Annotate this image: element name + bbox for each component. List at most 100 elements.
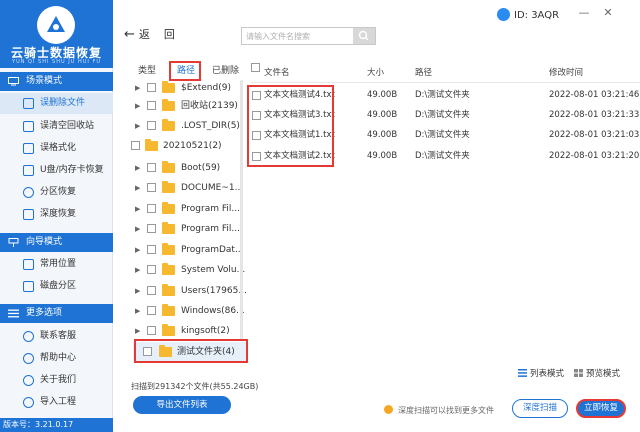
col-path[interactable]: 路径 [415,63,432,83]
tree-row[interactable]: ▶ DOCUME~1... [133,178,246,198]
grid-icon [574,369,583,377]
checkbox[interactable] [147,101,156,110]
tree-row[interactable]: ▶ kingsoft(2) [133,321,246,341]
back-button[interactable]: ← 返回 [124,26,175,42]
expand-icon[interactable]: ▶ [135,240,140,260]
back-label-2: 回 [163,28,175,41]
tree-row[interactable]: ▶ Users(17965... [133,281,247,301]
tree-row[interactable]: ▶ Program Fil... [133,199,246,219]
close-button[interactable]: ✕ [601,6,615,20]
tree-row[interactable]: 20210521(2) [131,136,246,156]
app-logo: 云骑士数据恢复 YUN QI SHI SHU JU HUI FU [0,0,113,68]
sidebar-item-contact-service[interactable]: 联系客服 [0,326,113,347]
checkbox[interactable] [147,204,156,213]
col-mtime[interactable]: 修改时间 [549,63,583,83]
tree-row[interactable]: ▶ Windows(86... [133,301,246,321]
sidebar-item-label: 分区恢复 [40,187,77,197]
deep-scan-button[interactable]: 深度扫描 [512,399,568,418]
checkbox[interactable] [147,224,156,233]
checkbox[interactable] [147,306,156,315]
sidebar-item-import-project[interactable]: 导入工程 [0,392,113,413]
folder-icon [162,304,175,316]
expand-icon[interactable]: ▶ [135,219,140,239]
search-button[interactable] [353,28,375,44]
sidebar-item-label: 联系客服 [40,331,77,341]
expand-icon[interactable]: ▶ [135,96,140,116]
recover-now-button[interactable]: 立即恢复 [576,399,626,418]
sidebar-item-label: U盘/内存卡恢复 [40,165,104,175]
tree-row-label: DOCUME~1... [181,183,244,193]
tree-row[interactable]: ▶ $Extend(9) [133,78,246,98]
expand-icon[interactable]: ▶ [135,78,140,98]
info-icon [23,375,34,386]
section-guide-mode: 向导模式 [0,233,113,252]
folder-icon [162,99,175,111]
sidebar-item-label: 常用位置 [40,259,77,269]
col-size[interactable]: 大小 [367,63,384,83]
file-mtime: 2022-08-01 03:21:03 [549,130,640,140]
tree-row[interactable]: ▶ .LOST_DIR(5) [133,116,246,136]
table-header: 文件名 大小 路径 修改时间 [251,63,640,83]
tree-row[interactable]: ▶ Program Fil... [133,219,246,239]
folder-icon [162,284,175,296]
sidebar-item-deleted-files[interactable]: 误删除文件 [0,93,113,114]
checkbox[interactable] [147,121,156,130]
folder-icon [162,181,175,193]
help-icon [23,353,34,364]
tree-row-label: .LOST_DIR(5) [181,121,240,131]
tree-row[interactable]: ▶ ProgramDat... [133,240,246,260]
guide-icon [8,238,19,247]
select-all-checkbox[interactable] [251,63,260,72]
tree-row-label: ProgramDat... [181,245,244,255]
col-name[interactable]: 文件名 [264,63,290,83]
checkbox[interactable] [147,163,156,172]
checkbox[interactable] [147,265,156,274]
sidebar-item-usb[interactable]: U盘/内存卡恢复 [0,160,113,181]
list-icon [518,369,527,377]
expand-icon[interactable]: ▶ [135,199,140,219]
checkbox[interactable] [131,141,140,150]
file-size: 49.00B [367,90,398,100]
app-pinyin: YUN QI SHI SHU JU HUI FU [12,59,101,65]
checkbox[interactable] [147,183,156,192]
checkbox[interactable] [147,83,156,92]
logo-icon [37,6,75,44]
sidebar-item-recycle-bin[interactable]: 误清空回收站 [0,116,113,137]
expand-icon[interactable]: ▶ [135,116,140,136]
sidebar-item-help-center[interactable]: 帮助中心 [0,348,113,369]
minimize-button[interactable]: — [577,6,591,20]
export-list-button[interactable]: 导出文件列表 [133,396,231,414]
hint-text: 深度扫描可以找到更多文件 [398,406,494,415]
checkbox[interactable] [147,326,156,335]
sidebar-item-format[interactable]: 误格式化 [0,138,113,159]
folder-icon [145,139,158,151]
tree-row[interactable]: ▶ Boot(59) [133,158,246,178]
sidebar: 云骑士数据恢复 YUN QI SHI SHU JU HUI FU 场景模式 误删… [0,0,113,432]
sidebar-item-about-us[interactable]: 关于我们 [0,370,113,391]
folder-icon [23,259,34,270]
sidebar-item-deep-recovery[interactable]: 深度恢复 [0,204,113,225]
checkbox[interactable] [147,245,156,254]
expand-icon[interactable]: ▶ [135,260,140,280]
expand-icon[interactable]: ▶ [135,281,140,301]
preview-mode-toggle[interactable]: 预览模式 [574,367,620,379]
folder-icon [162,119,175,131]
tree-row[interactable]: ▶ System Volu... [133,260,246,280]
file-path: D:\测试文件夹 [415,130,470,140]
sidebar-item-common-locations[interactable]: 常用位置 [0,254,113,275]
sidebar-item-label: 导入工程 [40,397,77,407]
expand-icon[interactable]: ▶ [135,158,140,178]
checkbox[interactable] [147,286,156,295]
tree-row[interactable]: ▶ 回收站(2139) [133,96,246,116]
tree-scrollbar[interactable] [240,80,243,340]
expand-icon[interactable]: ▶ [135,301,140,321]
sidebar-item-partition[interactable]: 分区恢复 [0,182,113,203]
expand-icon[interactable]: ▶ [135,321,140,341]
folder-icon [162,263,175,275]
expand-icon[interactable]: ▶ [135,178,140,198]
folder-icon [162,324,175,336]
search-input[interactable] [242,28,352,44]
list-mode-toggle[interactable]: 列表模式 [518,367,564,379]
sidebar-item-disk-partition[interactable]: 磁盘分区 [0,276,113,297]
folder-icon [162,81,175,93]
